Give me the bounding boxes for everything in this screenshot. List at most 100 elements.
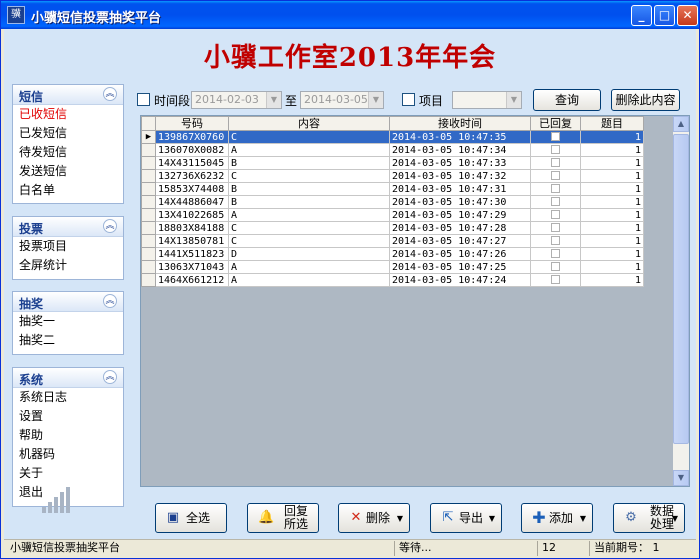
row-indicator bbox=[141, 182, 156, 196]
date-to-picker[interactable]: 2014-03-05 ▼ bbox=[300, 91, 384, 109]
table-row[interactable]: 14X44886047 B 2014-03-05 10:47:30 1 bbox=[141, 195, 644, 209]
cell-number: 132736X6232 bbox=[155, 169, 229, 183]
chevron-down-icon[interactable]: ▼ bbox=[368, 92, 383, 108]
cell-number: 14X43115045 bbox=[155, 156, 229, 170]
group-header-lottery[interactable]: 抽奖 ︽ bbox=[13, 292, 123, 312]
project-select[interactable]: ▼ bbox=[452, 91, 522, 109]
date-from-value: 2014-02-03 bbox=[195, 93, 259, 106]
time-range-checkbox[interactable] bbox=[137, 93, 150, 106]
select-all-button[interactable]: ▣ 全选 bbox=[155, 503, 227, 533]
table-row[interactable]: 1464X661212 A 2014-03-05 10:47:24 1 bbox=[141, 273, 644, 287]
export-button[interactable]: ⇱ 导出 ▼ bbox=[430, 503, 502, 533]
cell-replied[interactable] bbox=[530, 156, 581, 170]
sidebar-item-system-log[interactable]: 系统日志 bbox=[13, 388, 123, 407]
table-row[interactable]: 13063X71043 A 2014-03-05 10:47:25 1 bbox=[141, 260, 644, 274]
replied-checkbox[interactable] bbox=[551, 249, 560, 258]
cell-replied[interactable] bbox=[530, 195, 581, 209]
cell-replied[interactable] bbox=[530, 182, 581, 196]
replied-checkbox[interactable] bbox=[551, 236, 560, 245]
sidebar-item-fullscreen-stats[interactable]: 全屏统计 bbox=[13, 256, 123, 275]
table-row[interactable]: 1441X511823 D 2014-03-05 10:47:26 1 bbox=[141, 247, 644, 261]
project-checkbox[interactable] bbox=[402, 93, 415, 106]
sidebar-item-received-sms[interactable]: 已收短信 bbox=[13, 105, 123, 124]
delete-content-button[interactable]: 删除此内容 bbox=[611, 89, 680, 111]
collapse-icon[interactable]: ︽ bbox=[103, 294, 117, 308]
replied-checkbox[interactable] bbox=[551, 132, 560, 141]
sidebar-item-lottery-1[interactable]: 抽奖一 bbox=[13, 312, 123, 331]
chevron-down-icon[interactable]: ▼ bbox=[266, 92, 281, 108]
column-header-replied[interactable]: 已回复 bbox=[530, 116, 581, 131]
cell-replied[interactable] bbox=[530, 169, 581, 183]
title-bar[interactable]: 骥 小骥短信投票抽奖平台 _ □ ✕ bbox=[1, 1, 699, 29]
delete-x-icon: ✕ bbox=[350, 510, 362, 525]
query-button[interactable]: 查询 bbox=[533, 89, 601, 111]
close-button[interactable]: ✕ bbox=[677, 5, 698, 26]
replied-checkbox[interactable] bbox=[551, 197, 560, 206]
group-header-sms[interactable]: 短信 ︽ bbox=[13, 85, 123, 105]
chevron-down-icon[interactable]: ▼ bbox=[397, 514, 403, 523]
sidebar-item-lottery-2[interactable]: 抽奖二 bbox=[13, 331, 123, 350]
column-header-topic[interactable]: 题目 bbox=[580, 116, 644, 131]
column-header-number[interactable]: 号码 bbox=[155, 116, 229, 131]
cell-replied[interactable] bbox=[530, 273, 581, 287]
replied-checkbox[interactable] bbox=[551, 184, 560, 193]
status-period: 当前期号： 1 bbox=[589, 541, 694, 556]
cell-replied[interactable] bbox=[530, 143, 581, 157]
sidebar-item-vote-project[interactable]: 投票项目 bbox=[13, 237, 123, 256]
sidebar-item-send-sms[interactable]: 发送短信 bbox=[13, 162, 123, 181]
cell-replied[interactable] bbox=[530, 260, 581, 274]
group-header-system[interactable]: 系统 ︽ bbox=[13, 368, 123, 388]
replied-checkbox[interactable] bbox=[551, 210, 560, 219]
cell-replied[interactable] bbox=[530, 130, 581, 144]
add-button[interactable]: ✚ 添加 ▼ bbox=[521, 503, 593, 533]
chevron-down-icon[interactable]: ▼ bbox=[489, 514, 495, 523]
collapse-icon[interactable]: ︽ bbox=[103, 370, 117, 384]
vertical-scrollbar[interactable]: ▲ ▼ bbox=[673, 116, 689, 486]
chevron-down-icon[interactable]: ▼ bbox=[580, 514, 586, 523]
column-header-content[interactable]: 内容 bbox=[228, 116, 390, 131]
table-row[interactable]: 136070X0082 A 2014-03-05 10:47:34 1 bbox=[141, 143, 644, 157]
table-row[interactable]: 132736X6232 C 2014-03-05 10:47:32 1 bbox=[141, 169, 644, 183]
replied-checkbox[interactable] bbox=[551, 223, 560, 232]
replied-checkbox[interactable] bbox=[551, 158, 560, 167]
sidebar-item-machine-code[interactable]: 机器码 bbox=[13, 445, 123, 464]
scroll-thumb[interactable] bbox=[673, 134, 689, 444]
reply-selected-button[interactable]: 🔔 回复 所选 bbox=[247, 503, 319, 533]
group-sms: 短信 ︽ 已收短信 已发短信 待发短信 发送短信 白名单 bbox=[12, 84, 124, 204]
cell-replied[interactable] bbox=[530, 247, 581, 261]
scroll-down-icon[interactable]: ▼ bbox=[673, 470, 689, 486]
maximize-button[interactable]: □ bbox=[654, 5, 675, 26]
sidebar-item-settings[interactable]: 设置 bbox=[13, 407, 123, 426]
cell-replied[interactable] bbox=[530, 208, 581, 222]
table-row[interactable]: 13X41022685 A 2014-03-05 10:47:29 1 bbox=[141, 208, 644, 222]
replied-checkbox[interactable] bbox=[551, 171, 560, 180]
date-from-picker[interactable]: 2014-02-03 ▼ bbox=[191, 91, 282, 109]
replied-checkbox[interactable] bbox=[551, 145, 560, 154]
message-grid[interactable]: 号码 内容 接收时间 已回复 题目 ▶ 139867X0760 C 2014-03-0… bbox=[140, 115, 690, 487]
sidebar-item-help[interactable]: 帮助 bbox=[13, 426, 123, 445]
chevron-down-icon[interactable]: ▼ bbox=[506, 92, 521, 108]
replied-checkbox[interactable] bbox=[551, 262, 560, 271]
sidebar-item-whitelist[interactable]: 白名单 bbox=[13, 181, 123, 200]
cell-replied[interactable] bbox=[530, 221, 581, 235]
table-row[interactable]: 14X13850781 C 2014-03-05 10:47:27 1 bbox=[141, 234, 644, 248]
table-row[interactable]: ▶ 139867X0760 C 2014-03-05 10:47:35 1 bbox=[141, 130, 644, 144]
table-row[interactable]: 14X43115045 B 2014-03-05 10:47:33 1 bbox=[141, 156, 644, 170]
sidebar-item-about[interactable]: 关于 bbox=[13, 464, 123, 483]
data-process-button[interactable]: ⚙ 数据 处理 ▼ bbox=[613, 503, 685, 533]
sidebar-item-sent-sms[interactable]: 已发短信 bbox=[13, 124, 123, 143]
minimize-button[interactable]: _ bbox=[631, 5, 652, 26]
scroll-up-icon[interactable]: ▲ bbox=[673, 116, 689, 132]
collapse-icon[interactable]: ︽ bbox=[103, 87, 117, 101]
table-row[interactable]: 15853X74408 B 2014-03-05 10:47:31 1 bbox=[141, 182, 644, 196]
column-header-time[interactable]: 接收时间 bbox=[389, 116, 531, 131]
group-header-vote[interactable]: 投票 ︽ bbox=[13, 217, 123, 237]
delete-button[interactable]: ✕ 删除 ▼ bbox=[338, 503, 410, 533]
cell-replied[interactable] bbox=[530, 234, 581, 248]
table-row[interactable]: 18803X84188 C 2014-03-05 10:47:28 1 bbox=[141, 221, 644, 235]
replied-checkbox[interactable] bbox=[551, 275, 560, 284]
collapse-icon[interactable]: ︽ bbox=[103, 219, 117, 233]
cell-content: C bbox=[228, 169, 390, 183]
sidebar-item-pending-sms[interactable]: 待发短信 bbox=[13, 143, 123, 162]
chevron-down-icon[interactable]: ▼ bbox=[672, 514, 678, 523]
